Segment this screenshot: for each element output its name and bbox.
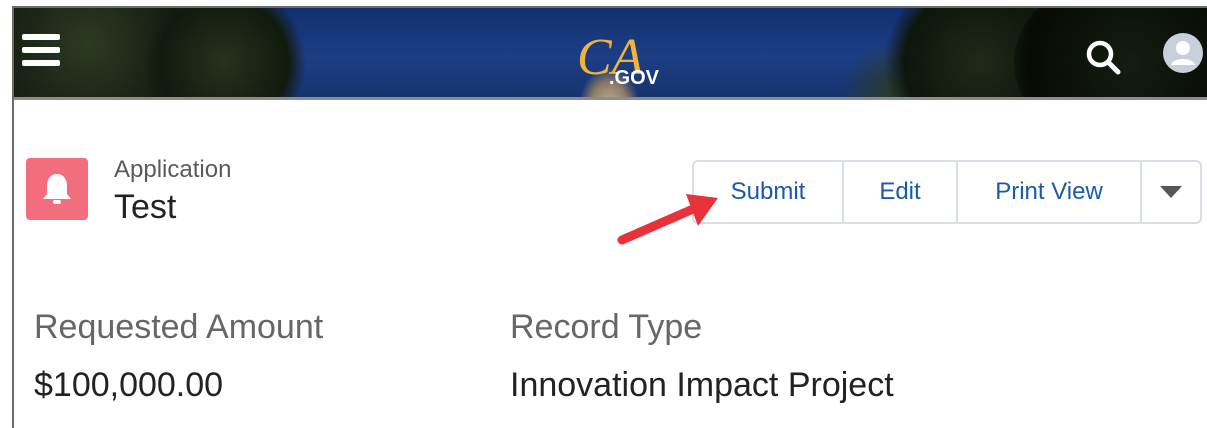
record-type-field-label: Record Type — [510, 308, 703, 346]
search-icon[interactable] — [1084, 38, 1124, 78]
requested-amount-label: Requested Amount — [34, 308, 324, 346]
page-frame: CA .GOV Application Test Submit Edit Pri — [12, 6, 1207, 428]
header-banner: CA .GOV — [14, 8, 1207, 100]
requested-amount-value: $100,000.00 — [34, 366, 224, 404]
annotation-arrow — [617, 194, 718, 245]
user-avatar-icon[interactable] — [1162, 32, 1204, 74]
ca-gov-logo[interactable]: CA .GOV — [569, 22, 689, 92]
more-actions-button[interactable] — [1142, 162, 1200, 222]
record-type-field-value: Innovation Impact Project — [510, 366, 894, 404]
record-name: Test — [114, 188, 177, 226]
record-action-buttons: Submit Edit Print View — [692, 160, 1202, 224]
logo-gov-text: .GOV — [609, 67, 660, 89]
bell-icon — [26, 158, 88, 220]
record-type-label: Application — [114, 156, 232, 183]
banner-tree-left-2 — [134, 8, 314, 97]
hamburger-menu-icon[interactable] — [22, 34, 62, 74]
caret-down-icon — [1160, 186, 1182, 198]
edit-button[interactable]: Edit — [844, 162, 958, 222]
print-view-button[interactable]: Print View — [958, 162, 1142, 222]
